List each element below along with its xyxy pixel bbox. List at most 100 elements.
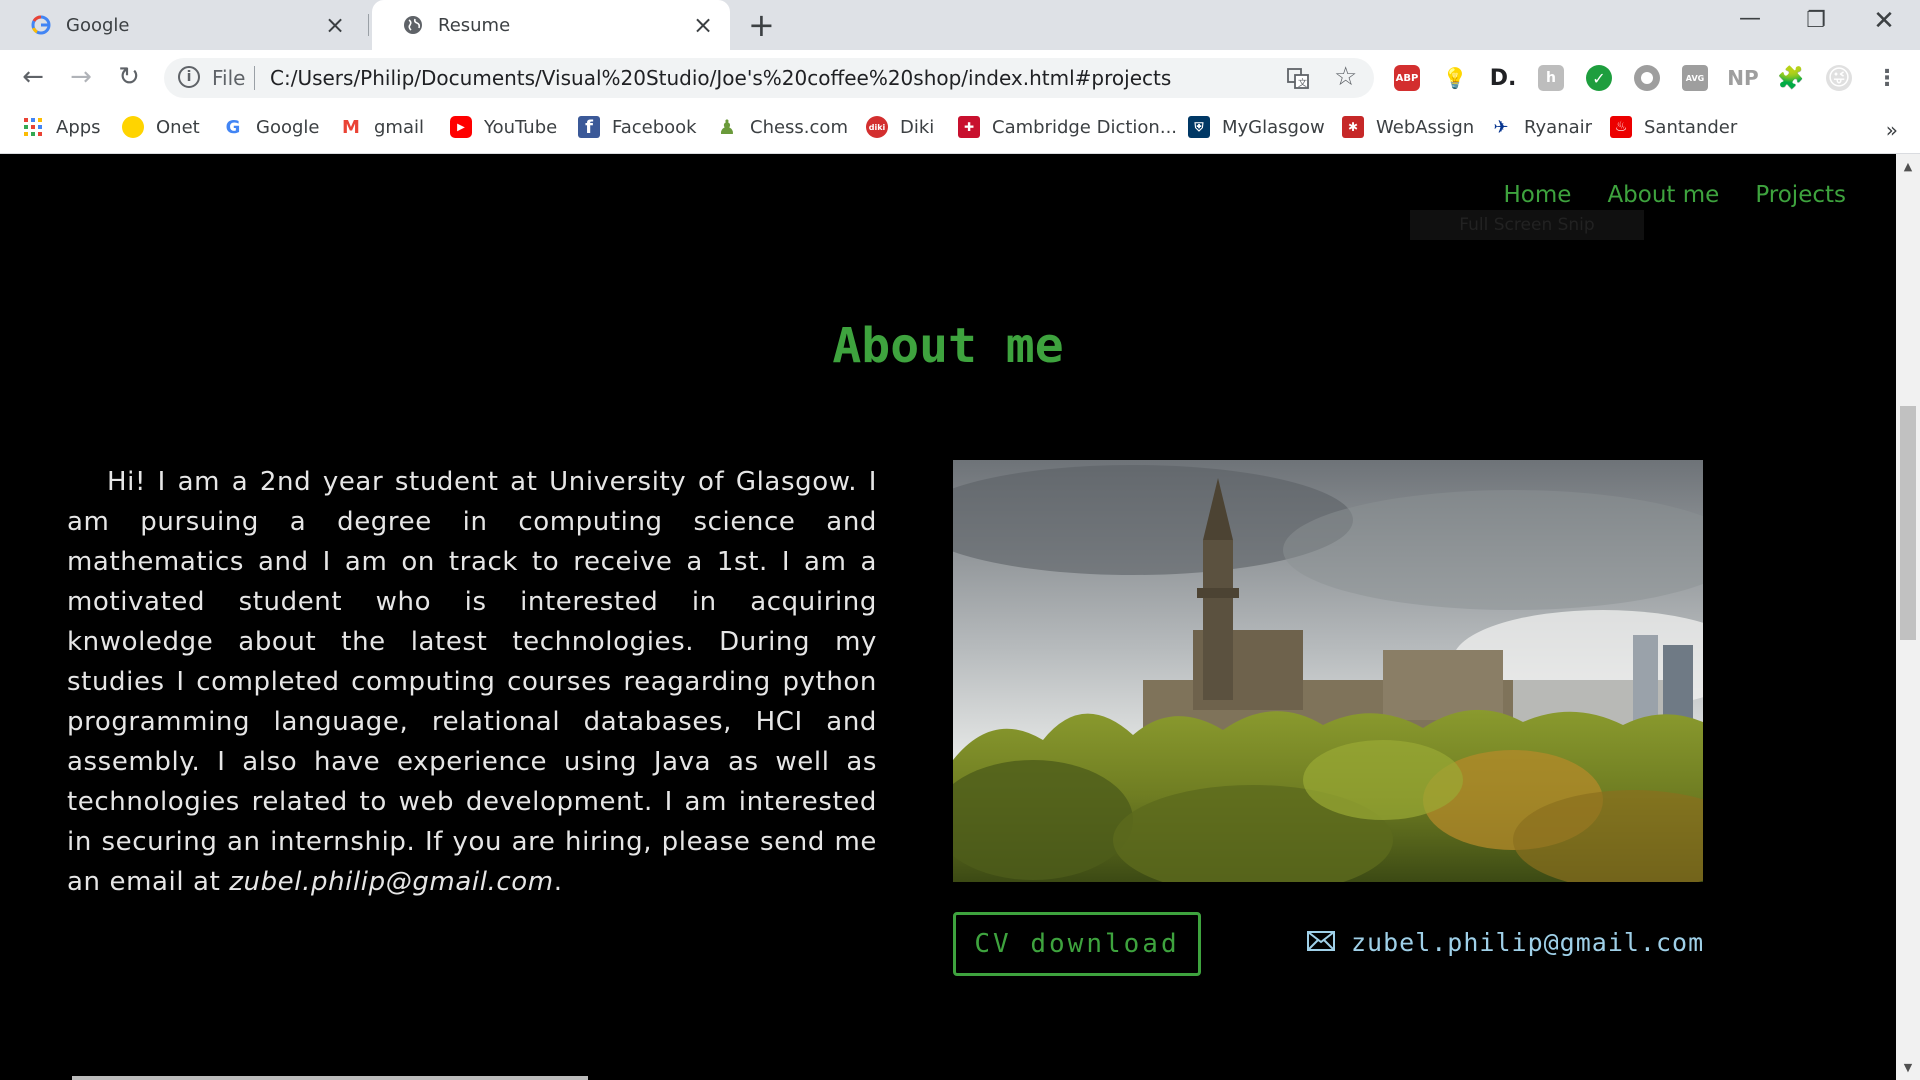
- tooltip: Full Screen Snip: [1410, 210, 1644, 240]
- bookmark-star-icon[interactable]: ☆: [1334, 62, 1357, 92]
- svg-text:文: 文: [1298, 77, 1307, 89]
- tab-title: Resume: [438, 14, 511, 36]
- scheme-label: File: [212, 66, 246, 90]
- bookmark-label: WebAssign: [1376, 116, 1475, 138]
- tab-resume[interactable]: Resume ×: [372, 0, 730, 50]
- horizontal-divider: [72, 1076, 588, 1080]
- grey-extension-icon[interactable]: h: [1538, 65, 1564, 91]
- bookmark-ryanair[interactable]: ✈ Ryanair: [1490, 116, 1592, 138]
- globe-icon: [402, 14, 424, 36]
- envelope-icon: [1307, 928, 1335, 957]
- ryanair-icon: ✈: [1493, 116, 1509, 138]
- bookmarks-bar: Apps Onet G Google M gmail ▶ YouTube f F…: [0, 106, 1920, 154]
- bookmark-apps[interactable]: Apps: [22, 116, 101, 138]
- avg-icon[interactable]: AVG: [1682, 65, 1708, 91]
- translate-icon[interactable]: 文: [1286, 66, 1310, 96]
- close-tab-icon[interactable]: ×: [322, 13, 348, 37]
- minimize-icon[interactable]: —: [1730, 6, 1770, 31]
- cambridge-shield-icon: ✚: [958, 116, 980, 138]
- webassign-icon: ✱: [1342, 116, 1364, 138]
- bookmark-webassign[interactable]: ✱ WebAssign: [1342, 116, 1474, 138]
- new-tab-button[interactable]: +: [748, 9, 775, 41]
- restore-icon[interactable]: ❐: [1796, 8, 1836, 33]
- lightbulb-icon[interactable]: 💡: [1442, 65, 1468, 91]
- bookmark-cambridge[interactable]: ✚ Cambridge Diction...: [958, 116, 1177, 138]
- green-check-icon[interactable]: ✓: [1586, 65, 1612, 91]
- bookmark-label: Onet: [156, 116, 200, 138]
- forward-arrow-icon[interactable]: →: [64, 62, 98, 92]
- bookmark-myglasgow[interactable]: ⛨ MyGlasgow: [1188, 116, 1325, 138]
- bookmark-santander[interactable]: ♨ Santander: [1610, 116, 1737, 138]
- back-arrow-icon[interactable]: ←: [16, 62, 50, 92]
- bookmark-onet[interactable]: Onet: [122, 116, 200, 138]
- bookmark-chess[interactable]: ♟ Chess.com: [716, 115, 848, 139]
- about-email: zubel.philip@gmail.com: [229, 867, 554, 897]
- about-text: Hi! I am a 2nd year student at Universit…: [67, 467, 877, 897]
- bookmark-facebook[interactable]: f Facebook: [578, 116, 697, 138]
- onet-icon: [122, 116, 144, 138]
- bookmark-gmail[interactable]: M gmail: [340, 116, 424, 138]
- email-text[interactable]: zubel.philip@gmail.com: [1351, 928, 1704, 957]
- bookmark-label: Chess.com: [750, 116, 848, 138]
- browser-toolbar: ← → ↻ i File C:/Users/Philip/Documents/V…: [0, 50, 1920, 106]
- tab-strip: Google × Resume × + — ❐ ✕: [0, 0, 1920, 50]
- close-window-icon[interactable]: ✕: [1864, 6, 1904, 36]
- tab-divider: [368, 14, 369, 36]
- scroll-down-arrow-icon[interactable]: ▼: [1896, 1061, 1920, 1074]
- glasgow-crest-icon: ⛨: [1188, 116, 1210, 138]
- circle-extension-icon[interactable]: [1634, 65, 1660, 91]
- youtube-icon: ▶: [450, 116, 472, 138]
- bookmark-label: Facebook: [612, 116, 697, 138]
- scrollbar-thumb[interactable]: [1900, 406, 1916, 640]
- apps-grid-icon: [22, 116, 44, 138]
- bookmark-label: Ryanair: [1524, 116, 1593, 138]
- site-nav: Home About me Projects: [1504, 182, 1846, 208]
- address-divider: [254, 66, 255, 90]
- reload-icon[interactable]: ↻: [112, 62, 146, 92]
- page-content: Home About me Projects Full Screen Snip …: [0, 154, 1896, 1080]
- adblock-plus-icon[interactable]: ABP: [1394, 65, 1420, 91]
- address-bar[interactable]: i File C:/Users/Philip/Documents/Visual%…: [164, 58, 1374, 98]
- bookmark-label: MyGlasgow: [1222, 116, 1325, 138]
- bookmark-label: Cambridge Diction...: [992, 116, 1178, 138]
- bookmark-youtube[interactable]: ▶ YouTube: [450, 116, 557, 138]
- bookmarks-overflow-icon[interactable]: »: [1886, 118, 1898, 142]
- np-extension-icon[interactable]: NP: [1727, 65, 1759, 91]
- nav-projects[interactable]: Projects: [1755, 182, 1846, 208]
- url-text[interactable]: C:/Users/Philip/Documents/Visual%20Studi…: [270, 66, 1171, 90]
- bookmark-diki[interactable]: diki Diki: [866, 116, 934, 138]
- bookmark-label: Santander: [1644, 116, 1738, 138]
- scroll-up-arrow-icon[interactable]: ▲: [1896, 160, 1920, 173]
- cv-download-button[interactable]: CV download: [953, 912, 1201, 976]
- browser-chrome: Google × Resume × + — ❐ ✕ ← → ↻ i File C…: [0, 0, 1920, 154]
- bookmark-label: Google: [256, 116, 320, 138]
- bookmark-google[interactable]: G Google: [222, 116, 320, 138]
- bookmark-label: Diki: [900, 116, 935, 138]
- email-link[interactable]: zubel.philip@gmail.com: [1307, 928, 1704, 957]
- puzzle-extensions-icon[interactable]: 🧩: [1777, 65, 1805, 91]
- gmail-icon: M: [342, 116, 360, 138]
- nav-home[interactable]: Home: [1504, 182, 1572, 208]
- info-icon[interactable]: i: [178, 66, 200, 88]
- diki-icon: diki: [866, 116, 888, 138]
- santander-icon: ♨: [1610, 116, 1632, 138]
- menu-kebab-icon[interactable]: ⋮: [1874, 65, 1900, 91]
- close-tab-icon[interactable]: ×: [690, 13, 716, 37]
- university-of-glasgow-photo: [953, 460, 1703, 882]
- bookmark-label: gmail: [374, 116, 424, 138]
- vertical-scrollbar[interactable]: ▲ ▼: [1896, 154, 1920, 1080]
- nav-about-me[interactable]: About me: [1607, 182, 1719, 208]
- profile-avatar[interactable]: 😜: [1826, 65, 1852, 91]
- facebook-icon: f: [578, 116, 600, 138]
- bookmark-label: YouTube: [484, 116, 558, 138]
- google-g-icon: [30, 14, 52, 36]
- about-paragraph: Hi! I am a 2nd year student at Universit…: [67, 462, 877, 902]
- bookmark-label: Apps: [56, 116, 101, 138]
- google-g-icon: G: [225, 116, 241, 138]
- about-period: .: [553, 867, 563, 897]
- d-extension-icon[interactable]: D.: [1490, 65, 1516, 91]
- tab-title: Google: [66, 14, 130, 36]
- chess-pawn-icon: ♟: [718, 115, 736, 139]
- section-heading: About me: [832, 318, 1064, 374]
- tab-google[interactable]: Google ×: [0, 0, 362, 50]
